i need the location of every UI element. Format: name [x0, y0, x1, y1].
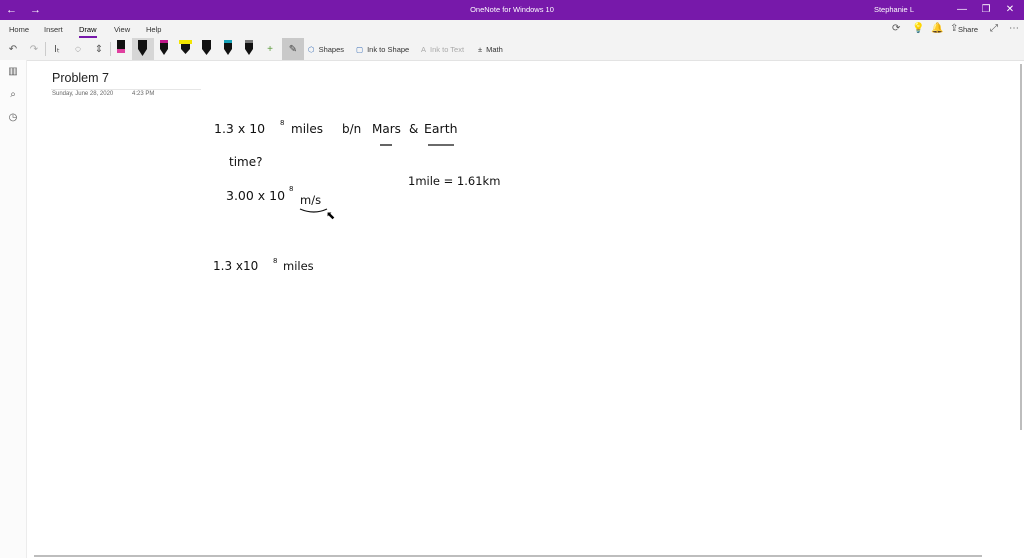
ink-line1-mars: Mars [372, 122, 401, 136]
vertical-scrollbar[interactable] [1020, 64, 1022, 430]
ink-line4-exponent: 8 [273, 257, 277, 265]
ink-canvas[interactable]: 1.3 x 10 8 miles b/n Mars & Earth time? … [0, 0, 1024, 558]
horizontal-scrollbar[interactable] [34, 555, 982, 557]
ink-line1-number: 1.3 x 10 [214, 121, 265, 136]
ink-line3-number: 3.00 x 10 [226, 188, 285, 203]
ink-line3-unit: m/s [300, 193, 321, 207]
ink-line1-and: & [409, 122, 418, 136]
ink-line1-miles: miles [291, 122, 323, 136]
mouse-cursor-icon: ⬉ [326, 210, 336, 222]
ink-unit-underline [299, 208, 328, 213]
ink-line4-number: 1.3 x10 [213, 259, 258, 273]
ink-line3-exponent: 8 [289, 185, 293, 193]
ink-line4-miles: miles [283, 259, 314, 273]
ink-line1-exponent: 8 [280, 119, 284, 127]
ink-line1-earth: Earth [424, 121, 458, 136]
ink-conversion: 1mile = 1.61km [408, 174, 500, 188]
ink-line1-between: b/n [342, 122, 361, 136]
ink-line2-time: time? [229, 155, 262, 169]
